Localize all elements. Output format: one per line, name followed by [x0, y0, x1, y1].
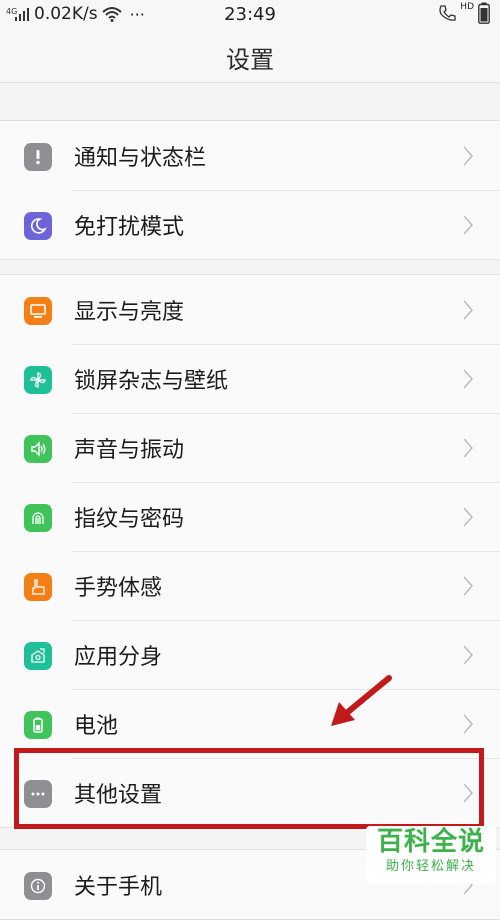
watermark: 百科全说 助你轻松解决 — [366, 826, 496, 884]
chevron-right-icon — [463, 438, 474, 458]
battery-status-icon — [478, 2, 490, 24]
settings-item-label: 显示与亮度 — [74, 299, 185, 325]
settings-item-label: 通知与状态栏 — [74, 145, 207, 171]
phone-call-icon — [439, 5, 456, 21]
settings-item-label: 关于手机 — [74, 874, 163, 900]
hand-icon — [24, 573, 52, 601]
settings-item-label: 锁屏杂志与壁纸 — [74, 369, 229, 394]
chevron-right-icon — [463, 645, 474, 665]
annotation-highlight-box — [14, 748, 484, 829]
clone-icon — [24, 642, 52, 670]
pinwheel-icon — [24, 366, 52, 394]
chevron-right-icon — [463, 507, 474, 527]
chevron-right-icon — [463, 215, 474, 235]
status-right: HD — [438, 2, 490, 24]
settings-item-display[interactable]: 显示与亮度 — [0, 275, 500, 344]
row-content: 锁屏杂志与壁纸 — [72, 344, 500, 413]
watermark-main: 百科全说 — [376, 827, 485, 857]
row-content: 手势体感 — [72, 551, 500, 620]
settings-item-fingerprint-password[interactable]: 指纹与密码 — [0, 482, 500, 551]
settings-item-label: 指纹与密码 — [74, 507, 185, 532]
settings-item-gestures[interactable]: 手势体感 — [0, 551, 500, 620]
info-icon — [24, 872, 52, 900]
row-content: 应用分身 — [72, 620, 500, 689]
settings-item-label: 应用分身 — [74, 645, 163, 670]
chevron-right-icon — [463, 714, 474, 734]
row-content: 声音与振动 — [72, 413, 500, 482]
settings-item-notifications[interactable]: 通知与状态栏 — [0, 121, 500, 190]
fingerprint-icon — [24, 504, 52, 532]
status-bar: 4G 0.02K/s ··· 23:49 HD — [0, 0, 500, 30]
settings-item-sound-vibration[interactable]: 声音与振动 — [0, 413, 500, 482]
chevron-right-icon — [463, 146, 474, 166]
chevron-right-icon — [463, 369, 474, 389]
settings-item-label: 免打扰模式 — [74, 215, 185, 240]
monitor-icon — [24, 297, 52, 325]
hd-badge: HD — [460, 2, 474, 12]
exclamation-icon — [24, 143, 52, 171]
moon-icon — [24, 212, 52, 240]
annotation-arrow — [331, 675, 392, 726]
settings-item-do-not-disturb[interactable]: 免打扰模式 — [0, 190, 500, 259]
chevron-right-icon — [463, 576, 474, 596]
settings-item-app-clone[interactable]: 应用分身 — [0, 620, 500, 689]
settings-item-label: 电池 — [74, 714, 119, 739]
settings-item-lockscreen-wallpaper[interactable]: 锁屏杂志与壁纸 — [0, 344, 500, 413]
settings-item-label: 手势体感 — [74, 576, 163, 601]
speaker-icon — [24, 435, 52, 463]
settings-item-label: 声音与振动 — [74, 438, 185, 463]
chevron-right-icon — [463, 300, 474, 320]
title-bar: 设置 — [0, 30, 500, 83]
row-content: 免打扰模式 — [72, 190, 500, 259]
page-title: 设置 — [226, 46, 274, 74]
row-content: 通知与状态栏 — [72, 121, 500, 190]
row-content: 指纹与密码 — [72, 482, 500, 551]
watermark-sub: 助你轻松解决 — [385, 859, 476, 874]
battery-icon — [24, 711, 52, 739]
status-time: 23:49 — [224, 4, 276, 25]
settings-group-1: 通知与状态栏 免打扰模式 — [0, 120, 500, 260]
row-content: 显示与亮度 — [72, 275, 500, 344]
settings-group-2: 显示与亮度 锁屏杂志与壁纸 声音与振动 指纹与密码 手势体感 应用分身 电池 其… — [0, 274, 500, 828]
